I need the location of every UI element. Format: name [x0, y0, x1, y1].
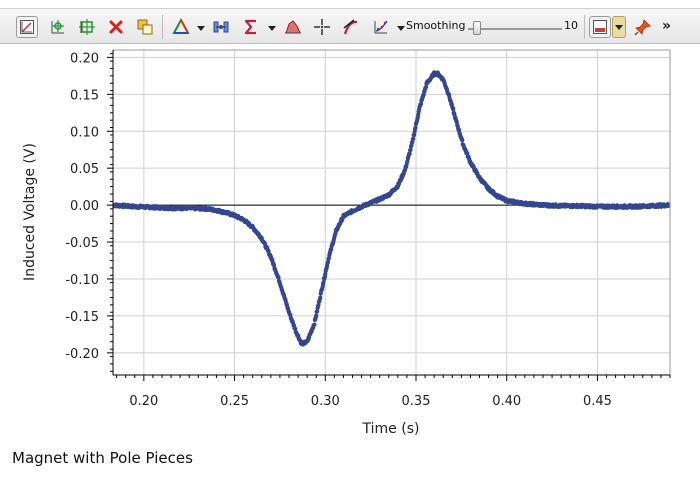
y-tick-label: -0.15 [65, 310, 99, 325]
x-tick-label: 0.40 [492, 394, 521, 409]
x-tick-label: 0.20 [129, 394, 158, 409]
data-point [312, 322, 317, 327]
data-point [318, 295, 323, 300]
y-tick-label: -0.10 [65, 273, 99, 288]
y-tick-label: 0.15 [70, 88, 99, 103]
data-point [451, 107, 456, 112]
voltage-graph[interactable]: 0.20 0.25 0.30 0.35 0.40 0.45 0.20 0.15 0.10 0.05… [0, 0, 700, 445]
x-tick-label: 0.25 [220, 394, 249, 409]
x-tick-label: 0.30 [311, 394, 340, 409]
x-tick-label: 0.45 [583, 394, 612, 409]
y-tick-label: 0.10 [70, 125, 99, 140]
y-axis-title: Induced Voltage (V) [22, 143, 38, 281]
y-tick-label: 0.20 [70, 51, 99, 66]
x-axis-title: Time (s) [362, 421, 420, 437]
y-tick-label: 0.05 [70, 162, 99, 177]
y-tick-label: -0.20 [65, 347, 99, 362]
x-tick-label: 0.35 [402, 394, 431, 409]
data-point [411, 136, 416, 141]
y-tick-label: -0.05 [65, 236, 99, 251]
graph-caption: Magnet with Pole Pieces [12, 449, 193, 467]
y-tick-label: 0.00 [70, 199, 99, 214]
data-point [314, 313, 319, 318]
data-point [460, 138, 465, 143]
